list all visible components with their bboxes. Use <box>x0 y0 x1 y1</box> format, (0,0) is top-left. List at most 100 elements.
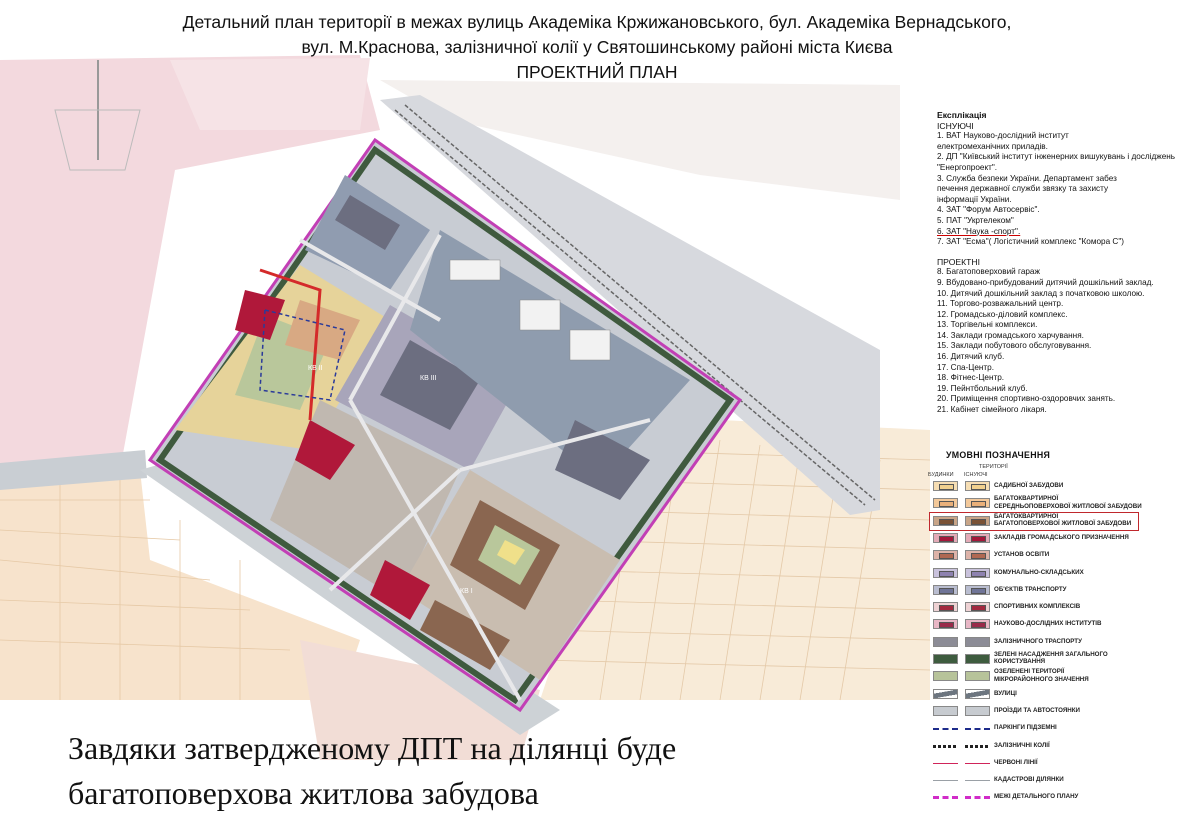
legend-item: ЗАЛІЗНИЧНОГО ТРАСПОРТУ <box>928 634 1190 650</box>
project-item: 9. Вбудовано-прибудований дитячий дошкіл… <box>937 277 1154 287</box>
legend-label: СПОРТИВНИХ КОМПЛЕКСІВ <box>994 603 1081 611</box>
legend-item: ЗЕЛЕНІ НАСАДЖЕННЯ ЗАГАЛЬНОГО КОРИСТУВАННЯ <box>928 651 1190 667</box>
legend-swatch <box>965 744 990 748</box>
legend-label: ОЗЕЛЕНЕНІ ТЕРИТОРІЇ МІКРОРАЙОННОГО ЗНАЧЕН… <box>994 668 1089 683</box>
legend-col-territory: ТЕРИТОРІЇ <box>979 464 1008 470</box>
project-item: 21. Кабінет сімейного лікаря. <box>937 405 1047 415</box>
legend-label: КАДАСТРОВІ ДІЛЯНКИ <box>994 776 1064 784</box>
legend-label: ВУЛИЦІ <box>994 689 1017 697</box>
legend-item: КОМУНАЛЬНО-СКЛАДСЬКИХ <box>928 565 1190 581</box>
legend-item: ЗАКЛАДІВ ГРОМАДСЬКОГО ПРИЗНАЧЕННЯ <box>928 530 1190 546</box>
legend-label: ЗЕЛЕНІ НАСАДЖЕННЯ ЗАГАЛЬНОГО КОРИСТУВАННЯ <box>994 651 1108 666</box>
legend-swatch <box>965 602 990 613</box>
legend-swatch <box>965 584 990 595</box>
existing-list: 1. ВАТ Науково-дослідний інститут електр… <box>937 131 1189 248</box>
legend-swatch <box>933 567 958 578</box>
plan-title: Детальний план території в межах вулиць … <box>0 10 1194 85</box>
project-item: 12. Громадсько-діловий комплекс. <box>937 309 1068 319</box>
title-line-3: ПРОЕКТНИЙ ПЛАН <box>516 62 678 82</box>
legend-label: ПАРКІНГИ ПІДЗЕМНІ <box>994 724 1057 732</box>
explication-title: Експлікація <box>937 110 987 120</box>
legend-label: НАУКОВО-ДОСЛІДНИХ ІНСТИТУТІВ <box>994 620 1102 628</box>
legend-label: ЗАКЛАДІВ ГРОМАДСЬКОГО ПРИЗНАЧЕННЯ <box>994 533 1129 541</box>
legend-label: ОБ'ЄКТІВ ТРАНСПОРТУ <box>994 585 1067 593</box>
legend-item: ВУЛИЦІ <box>928 686 1190 702</box>
legend-swatch <box>933 796 958 800</box>
legend-swatch <box>965 796 990 800</box>
legend-item: УСТАНОВ ОСВІТИ <box>928 547 1190 563</box>
project-item: 10. Дитячий дошкільний заклад з початков… <box>937 288 1145 298</box>
project-item: 19. Пейнтбольний клуб. <box>937 383 1028 393</box>
project-item: 20. Приміщення спортивно-оздоровчих заня… <box>937 394 1116 404</box>
legend-item: САДИБНОЇ ЗАБУДОВИ <box>928 478 1190 494</box>
legend-swatch <box>933 602 958 613</box>
legend-swatch <box>965 550 990 561</box>
legend-swatch <box>933 481 958 491</box>
legend-swatch <box>965 654 990 664</box>
label-kv-1: КВ I <box>460 588 473 595</box>
legend-swatch <box>965 532 990 543</box>
existing-header: ІСНУЮЧІ <box>937 120 974 131</box>
legend-highlight-high-rise <box>929 512 1139 531</box>
legend-panel: УМОВНІ ПОЗНАЧЕННЯ ТЕРИТОРІЇ БУДИНКИ ІСНУ… <box>928 448 1190 810</box>
legend-swatch <box>965 567 990 578</box>
project-item: 13. Торгівельні комплекси. <box>937 320 1038 330</box>
existing-item: печення державної служби звязку та захис… <box>937 184 1109 194</box>
legend-item: ПРОЇЗДИ ТА АВТОСТОЯНКИ <box>928 703 1190 719</box>
legend-swatch <box>933 705 958 716</box>
legend-item: МЕЖІ ДЕТАЛЬНОГО ПЛАНУ <box>928 789 1190 805</box>
legend-title: УМОВНІ ПОЗНАЧЕННЯ <box>946 450 1051 460</box>
legend-item: НАУКОВО-ДОСЛІДНИХ ІНСТИТУТІВ <box>928 616 1190 632</box>
legend-swatch <box>933 762 958 765</box>
legend-swatch <box>933 671 958 682</box>
legend-swatch <box>965 728 990 731</box>
legend-swatch <box>965 481 990 491</box>
legend-swatch <box>965 762 990 765</box>
existing-item: 2. ДП "Київський інститут інженерних виш… <box>937 152 1176 162</box>
project-item: 14. Заклади громадського харчування. <box>937 330 1084 340</box>
legend-swatch <box>933 654 958 664</box>
project-item: 18. Фітнес-Центр. <box>937 373 1005 383</box>
title-line-2: вул. М.Краснова, залізничної колії у Свя… <box>301 37 893 57</box>
existing-item: 6. ЗАТ "Наука -спорт". <box>937 226 1021 236</box>
legend-label: ЗАЛІЗНИЧНОГО ТРАСПОРТУ <box>994 637 1082 645</box>
caption: Завдяки затвердженому ДПТ на ділянці буд… <box>68 726 676 816</box>
legend-swatch <box>933 584 958 595</box>
legend-label: ЗАЛІЗНИЧНІ КОЛІЇ <box>994 741 1050 749</box>
legend-swatch <box>965 498 990 509</box>
existing-item: 3. Служба безпеки України. Департамент з… <box>937 173 1117 183</box>
legend-swatch <box>965 705 990 716</box>
existing-item: 1. ВАТ Науково-дослідний інститут <box>937 131 1069 141</box>
project-item: 11. Торгово-розважальний центр. <box>937 299 1064 309</box>
legend-label: БАГАТОКВАРТИРНОЇ СЕРЕДНЬОПОВЕРХОВОЇ ЖИТЛО… <box>994 495 1142 510</box>
project-item: 16. Дитячий клуб. <box>937 352 1005 362</box>
legend-label: МЕЖІ ДЕТАЛЬНОГО ПЛАНУ <box>994 793 1079 801</box>
legend-swatch <box>965 688 990 699</box>
legend-label: САДИБНОЇ ЗАБУДОВИ <box>994 482 1064 489</box>
legend-swatch <box>933 532 958 543</box>
label-kv-3: КВ III <box>420 375 437 382</box>
legend-item: БАГАТОКВАРТИРНОЇ СЕРЕДНЬОПОВЕРХОВОЇ ЖИТЛО… <box>928 495 1190 511</box>
existing-item: електромеханічних приладів. <box>937 141 1048 151</box>
explication-panel: Експлікація ІСНУЮЧІ 1. ВАТ Науково-дослі… <box>937 110 1189 416</box>
legend-item: СПОРТИВНИХ КОМПЛЕКСІВ <box>928 599 1190 615</box>
legend-swatch <box>965 636 990 647</box>
existing-item: 4. ЗАТ "Форум Автосервіс". <box>937 205 1040 215</box>
existing-item: "Енергопроект". <box>937 162 998 172</box>
project-item: 17. Спа-Центр. <box>937 362 994 372</box>
legend-swatch <box>933 636 958 647</box>
legend-swatch <box>933 498 958 509</box>
legend-swatch <box>933 619 958 630</box>
legend-item: ЗАЛІЗНИЧНІ КОЛІЇ <box>928 738 1190 754</box>
project-header: ПРОЕКТНІ <box>937 256 980 267</box>
project-item: 8. Багатоповерховий гараж <box>937 267 1040 277</box>
legend-item: ПАРКІНГИ ПІДЗЕМНІ <box>928 720 1190 736</box>
legend-label: КОМУНАЛЬНО-СКЛАДСЬКИХ <box>994 568 1084 576</box>
legend-label: УСТАНОВ ОСВІТИ <box>994 551 1050 559</box>
master-plan-map: КВ II КВ III КВ I <box>0 55 930 760</box>
legend-swatch <box>965 780 990 782</box>
project-item: 15. Заклади побутового обслуговування. <box>937 341 1092 351</box>
legend-swatch <box>933 688 958 699</box>
title-line-1: Детальний план території в межах вулиць … <box>182 12 1012 32</box>
legend-swatch <box>965 671 990 682</box>
